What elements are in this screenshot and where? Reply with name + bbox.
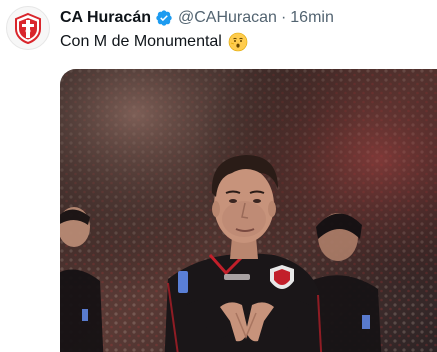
- display-name[interactable]: CA Huracán: [60, 9, 151, 27]
- tweet: CA Huracán @CAHuracan · 16min Con M de M…: [0, 0, 437, 352]
- user-handle[interactable]: @CAHuracan: [178, 9, 277, 27]
- photo-image: [60, 69, 437, 352]
- club-crest-icon: [15, 12, 41, 45]
- timestamp[interactable]: 16min: [290, 9, 334, 27]
- tweet-text: Con M de Monumental: [60, 32, 248, 52]
- avatar[interactable]: [6, 6, 50, 50]
- tweet-header: CA Huracán @CAHuracan · 16min: [60, 6, 334, 30]
- verified-badge-icon[interactable]: [155, 9, 173, 27]
- tweet-text-content: Con M de Monumental: [60, 33, 222, 50]
- tweet-media-photo[interactable]: [60, 69, 437, 352]
- meta-separator: ·: [280, 9, 287, 26]
- hushed-face-emoji: [228, 32, 248, 52]
